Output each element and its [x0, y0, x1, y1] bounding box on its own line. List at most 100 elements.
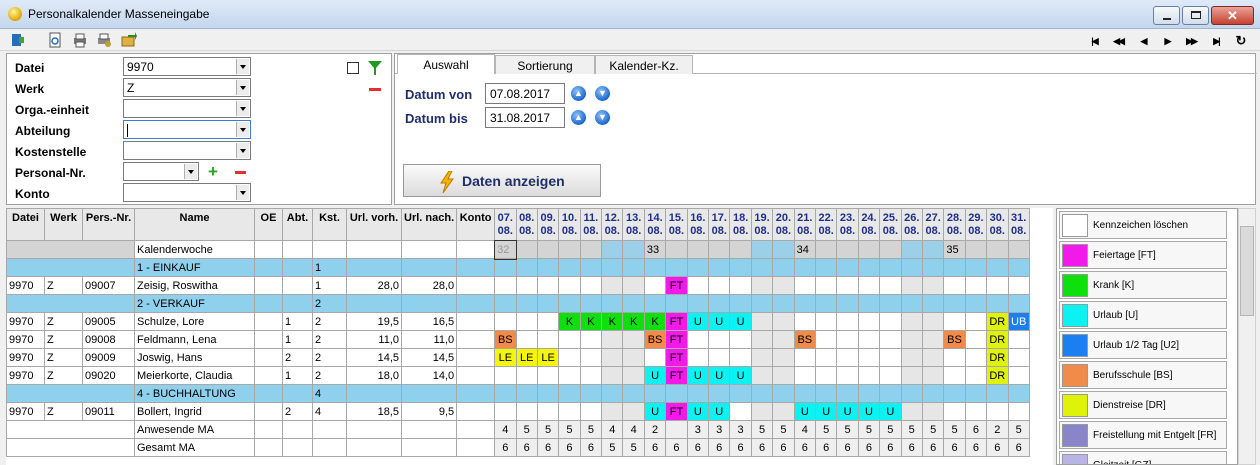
day-cell[interactable] [836, 330, 859, 349]
legend-item[interactable]: Berufsschule [BS] [1059, 361, 1227, 389]
day-cell[interactable]: U [814, 402, 838, 421]
cell-kst[interactable]: 2 [312, 312, 347, 331]
day-cell[interactable] [686, 330, 710, 349]
day-cell[interactable]: LE [494, 348, 517, 367]
day-cell[interactable] [879, 276, 902, 295]
day-header[interactable]: 13. 08. [622, 208, 645, 241]
day-cell[interactable] [729, 330, 752, 349]
day-cell[interactable] [964, 366, 988, 385]
day-cell[interactable] [1007, 276, 1030, 295]
day-cell[interactable] [857, 330, 881, 349]
day-cell[interactable]: U [793, 402, 816, 421]
day-cell[interactable] [857, 366, 881, 385]
day-cell[interactable]: DR [986, 312, 1009, 331]
filter-icon[interactable] [367, 60, 383, 79]
day-cell[interactable] [793, 276, 816, 295]
last-icon[interactable]: ▶| [1207, 33, 1225, 49]
day-cell[interactable]: FT [665, 402, 688, 421]
day-header[interactable]: 25. 08. [879, 208, 902, 241]
day-cell[interactable] [601, 348, 624, 367]
cell-oe[interactable] [254, 312, 283, 331]
day-cell[interactable] [579, 330, 603, 349]
employee-row[interactable]: 9970 Z 09005 Schulze, Lore 1 2 19,5 16,5 K K K K K FT… [6, 312, 1030, 331]
column-header[interactable]: Werk [44, 208, 83, 241]
cell-werk[interactable]: Z [44, 366, 83, 385]
day-cell[interactable] [750, 366, 774, 385]
day-cell[interactable] [857, 312, 881, 331]
day-cell[interactable] [515, 330, 538, 349]
tab-sortierung[interactable]: Sortierung [495, 55, 595, 74]
next-page-icon[interactable]: ▶▶ [1182, 33, 1200, 49]
legend-item[interactable]: Urlaub 1/2 Tag [U2] [1059, 331, 1227, 359]
day-cell[interactable] [622, 366, 645, 385]
day-cell[interactable] [900, 348, 923, 367]
day-cell[interactable] [772, 312, 795, 331]
day-cell[interactable] [879, 366, 902, 385]
day-header[interactable]: 27. 08. [921, 208, 945, 241]
cell-datei[interactable]: 9970 [6, 276, 45, 295]
column-header[interactable]: Pers.-Nr. [82, 208, 135, 241]
day-cell[interactable] [750, 348, 774, 367]
day-cell[interactable] [921, 312, 945, 331]
day-cell[interactable] [536, 330, 560, 349]
day-cell[interactable]: BS [943, 330, 966, 349]
day-cell[interactable]: DR [986, 348, 1009, 367]
day-cell[interactable] [857, 276, 881, 295]
day-cell[interactable] [729, 348, 752, 367]
cell-kst[interactable]: 2 [312, 348, 347, 367]
day-header[interactable]: 29. 08. [964, 208, 988, 241]
day-cell[interactable] [793, 312, 816, 331]
cell-name[interactable]: Bollert, Ingrid [134, 402, 255, 421]
cell-kst[interactable]: 4 [312, 402, 347, 421]
cell-nach[interactable]: 9,5 [400, 402, 458, 421]
legend-scrollbar[interactable] [1238, 208, 1256, 465]
day-cell[interactable]: BS [494, 330, 517, 349]
filter-checkbox[interactable] [347, 62, 359, 74]
day-cell[interactable] [986, 402, 1009, 421]
day-cell[interactable] [836, 312, 859, 331]
day-cell[interactable] [943, 366, 966, 385]
day-cell[interactable] [943, 402, 966, 421]
day-cell[interactable] [750, 330, 774, 349]
scroll-thumb[interactable] [1240, 226, 1254, 316]
day-cell[interactable] [986, 276, 1009, 295]
day-cell[interactable] [558, 276, 581, 295]
day-header[interactable]: 07. 08. [494, 208, 517, 241]
next-icon[interactable]: ▶ [1158, 33, 1176, 49]
day-cell[interactable]: U [686, 366, 710, 385]
chevron-down-icon[interactable] [236, 101, 249, 116]
day-cell[interactable] [879, 312, 902, 331]
day-cell[interactable] [579, 402, 603, 421]
cell-nr[interactable]: 09011 [82, 402, 135, 421]
day-cell[interactable] [643, 276, 667, 295]
day-cell[interactable] [750, 312, 774, 331]
datum-von-input[interactable]: 07.08.2017 [485, 83, 565, 104]
cell-abt[interactable]: 1 [282, 366, 313, 385]
cell-name[interactable]: Schulze, Lore [134, 312, 255, 331]
cell-oe[interactable] [254, 276, 283, 295]
day-cell[interactable] [943, 312, 966, 331]
day-header[interactable]: 17. 08. [708, 208, 731, 241]
day-cell[interactable] [601, 366, 624, 385]
cell-nach[interactable]: 14,0 [400, 366, 458, 385]
day-cell[interactable] [814, 312, 838, 331]
day-cell[interactable] [515, 276, 538, 295]
day-cell[interactable] [814, 330, 838, 349]
day-cell[interactable] [515, 312, 538, 331]
day-header[interactable]: 12. 08. [601, 208, 624, 241]
day-cell[interactable] [793, 348, 816, 367]
show-data-button[interactable]: Daten anzeigen [403, 164, 601, 197]
column-header[interactable]: Url. vorh. [346, 208, 402, 241]
employee-row[interactable]: 9970 Z 09007 Zeisig, Roswitha 1 28,0 28,0 FT [6, 276, 1030, 295]
day-cell[interactable]: U [686, 402, 710, 421]
day-cell[interactable] [686, 276, 710, 295]
day-cell[interactable] [643, 348, 667, 367]
day-cell[interactable] [729, 276, 752, 295]
day-cell[interactable] [622, 348, 645, 367]
day-cell[interactable]: BS [643, 330, 667, 349]
cell-vorh[interactable]: 11,0 [346, 330, 402, 349]
chevron-down-icon[interactable] [236, 59, 249, 74]
day-cell[interactable]: DR [986, 366, 1009, 385]
cell-abt[interactable]: 2 [282, 348, 313, 367]
day-cell[interactable] [943, 276, 966, 295]
